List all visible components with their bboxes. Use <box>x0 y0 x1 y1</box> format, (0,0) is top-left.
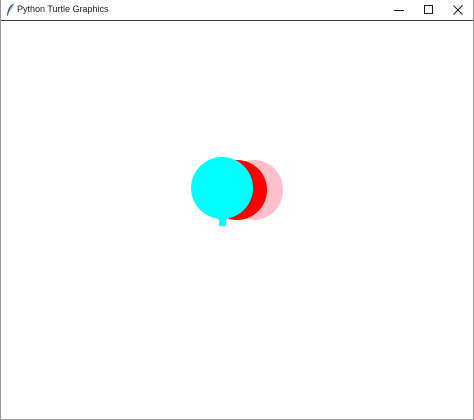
minimize-button[interactable] <box>384 0 414 20</box>
close-button[interactable] <box>443 0 473 20</box>
window-title: Python Turtle Graphics <box>17 4 109 14</box>
minimize-icon <box>394 10 404 11</box>
turtle-canvas[interactable] <box>1 21 473 418</box>
maximize-icon <box>424 5 433 14</box>
close-icon <box>453 5 463 15</box>
title-bar[interactable]: Python Turtle Graphics <box>1 0 473 21</box>
maximize-button[interactable] <box>414 0 444 20</box>
drawing-surface <box>191 157 283 226</box>
turtle-window: Python Turtle Graphics <box>0 0 474 420</box>
feather-icon <box>6 3 15 17</box>
